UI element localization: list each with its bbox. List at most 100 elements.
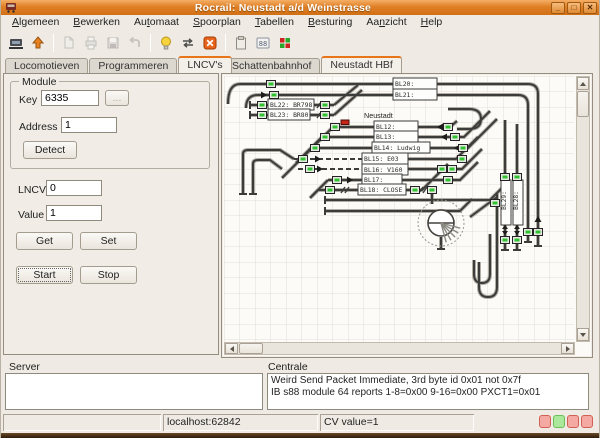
- scroll-up-button[interactable]: [577, 77, 589, 90]
- sensor[interactable]: [321, 102, 330, 109]
- undo-toolbar-button[interactable]: [124, 32, 146, 54]
- menu-aanzicht[interactable]: Aanzicht: [359, 15, 413, 30]
- key-input[interactable]: [41, 90, 99, 106]
- block-bl14-ludwig[interactable]: BL14: Ludwig: [372, 142, 430, 153]
- tab-neustadt-hbf[interactable]: Neustadt HBf: [321, 56, 401, 73]
- sensor[interactable]: [444, 177, 453, 184]
- block-bl22-br798[interactable]: BL22: BR798: [268, 99, 314, 110]
- sensor[interactable]: [438, 166, 447, 173]
- block-bl12[interactable]: BL12:: [374, 121, 418, 132]
- connect-toolbar-button[interactable]: [27, 32, 49, 54]
- set-button[interactable]: Set: [80, 232, 137, 250]
- block-bl21[interactable]: BL21:: [393, 89, 437, 100]
- menu-automaat[interactable]: Automaat: [127, 15, 186, 30]
- sensor[interactable]: [501, 174, 510, 181]
- scroll-down-button[interactable]: [577, 328, 589, 341]
- menu-besturing[interactable]: Besturing: [301, 15, 359, 30]
- menu-tabellen[interactable]: Tabellen: [248, 15, 301, 30]
- sensor[interactable]: [513, 174, 522, 181]
- block-bl17[interactable]: BL17:: [362, 174, 402, 185]
- menu-bewerken[interactable]: Bewerken: [66, 15, 127, 30]
- sensor[interactable]: [321, 112, 330, 119]
- lncv-input[interactable]: [46, 180, 102, 196]
- sensor[interactable]: [428, 187, 437, 194]
- switch-panel-toolbar-button[interactable]: 88: [252, 32, 274, 54]
- window-title: Rocrail: Neustadt a/d Weinstrasse: [17, 2, 549, 14]
- sensor[interactable]: [299, 156, 308, 163]
- block-bl13[interactable]: BL13:: [374, 131, 418, 142]
- sensor[interactable]: [451, 134, 460, 141]
- power-toolbar-button[interactable]: [155, 32, 177, 54]
- sensor[interactable]: [524, 229, 533, 236]
- sensor[interactable]: [534, 229, 543, 236]
- trackplan-svg[interactable]: BL20:BL21: BL22: BR798BL23: BR80 BL12:BL13…: [224, 76, 574, 344]
- key-label: Key: [19, 94, 37, 106]
- horizontal-scrollbar[interactable]: [224, 342, 575, 355]
- connect-icon: [30, 35, 46, 51]
- sensor[interactable]: [306, 166, 315, 173]
- block-bl18-close[interactable]: BL18: CLOSE: [358, 184, 406, 195]
- sensor[interactable]: [267, 81, 276, 88]
- address-input[interactable]: [61, 117, 117, 133]
- sensor[interactable]: [513, 237, 522, 244]
- block-bl16-v160[interactable]: BL16: V160: [362, 164, 408, 175]
- get-button[interactable]: Get: [16, 232, 73, 250]
- block-bl28[interactable]: BL28:: [513, 180, 523, 225]
- sensor[interactable]: [448, 166, 457, 173]
- block-bl29[interactable]: BL29:: [501, 180, 511, 225]
- sensor[interactable]: [444, 124, 453, 131]
- refresh-toolbar-button[interactable]: [177, 32, 199, 54]
- stop-button[interactable]: Stop: [80, 266, 137, 284]
- clipboard-toolbar-button[interactable]: [230, 32, 252, 54]
- status-led-group: [539, 415, 593, 428]
- sensor[interactable]: [326, 187, 335, 194]
- centrale-log[interactable]: Weird Send Packet Immediate, 3rd byte id…: [267, 373, 589, 410]
- signal-red[interactable]: [341, 120, 349, 125]
- scroll-right-button[interactable]: [561, 343, 574, 354]
- sensor[interactable]: [501, 237, 510, 244]
- print-toolbar-button[interactable]: [80, 32, 102, 54]
- tab-schattenbahnhof[interactable]: Schattenbahnhof: [223, 58, 320, 73]
- close-button[interactable]: ✕: [583, 2, 597, 14]
- sensor[interactable]: [270, 92, 279, 99]
- tab-programmeren[interactable]: Programmeren: [89, 58, 177, 73]
- maximize-button[interactable]: □: [567, 2, 581, 14]
- hscroll-thumb[interactable]: [239, 343, 263, 354]
- sensor[interactable]: [411, 187, 420, 194]
- block-bl20[interactable]: BL20:: [393, 78, 437, 89]
- vscroll-thumb[interactable]: [577, 91, 589, 117]
- tab-locomotieven[interactable]: Locomotieven: [5, 58, 88, 73]
- sensor[interactable]: [321, 134, 330, 141]
- status-led: [567, 415, 579, 428]
- value-input[interactable]: [46, 205, 102, 221]
- sensor[interactable]: [458, 156, 467, 163]
- sensor[interactable]: [333, 177, 342, 184]
- stop-toolbar-button[interactable]: [199, 32, 221, 54]
- server-log[interactable]: [5, 373, 263, 410]
- module-groupbox: Module Key ... Address Detect: [10, 81, 210, 169]
- menu-help[interactable]: Help: [414, 15, 450, 30]
- minimize-button[interactable]: _: [551, 2, 565, 14]
- sensor[interactable]: [491, 200, 500, 207]
- sensor[interactable]: [331, 124, 340, 131]
- sensor[interactable]: [258, 112, 267, 119]
- save-toolbar-button[interactable]: [102, 32, 124, 54]
- menu-algemeen[interactable]: Algemeen: [5, 15, 66, 30]
- tab-lncvs[interactable]: LNCV's: [178, 56, 231, 73]
- start-button[interactable]: Start: [16, 266, 73, 284]
- sensor[interactable]: [258, 102, 267, 109]
- block-bl23-br80[interactable]: BL23: BR80: [268, 109, 310, 120]
- trackplan-canvas[interactable]: BL20:BL21: BL22: BR798BL23: BR80 BL12:BL13…: [223, 75, 591, 356]
- sensor[interactable]: [459, 145, 468, 152]
- sensor-grid-toolbar-button[interactable]: [274, 32, 296, 54]
- open-toolbar-button[interactable]: [58, 32, 80, 54]
- sensor[interactable]: [311, 145, 320, 152]
- title-bar: Rocrail: Neustadt a/d Weinstrasse _ □ ✕: [1, 0, 599, 15]
- vertical-scrollbar[interactable]: [576, 76, 590, 342]
- block-bl15-e03[interactable]: BL15: E03: [362, 153, 408, 164]
- browse-button[interactable]: ...: [105, 90, 129, 106]
- workstation-toolbar-button[interactable]: [5, 32, 27, 54]
- scroll-left-button[interactable]: [225, 343, 238, 354]
- menu-spoorplan[interactable]: Spoorplan: [186, 15, 248, 30]
- detect-button[interactable]: Detect: [23, 141, 77, 159]
